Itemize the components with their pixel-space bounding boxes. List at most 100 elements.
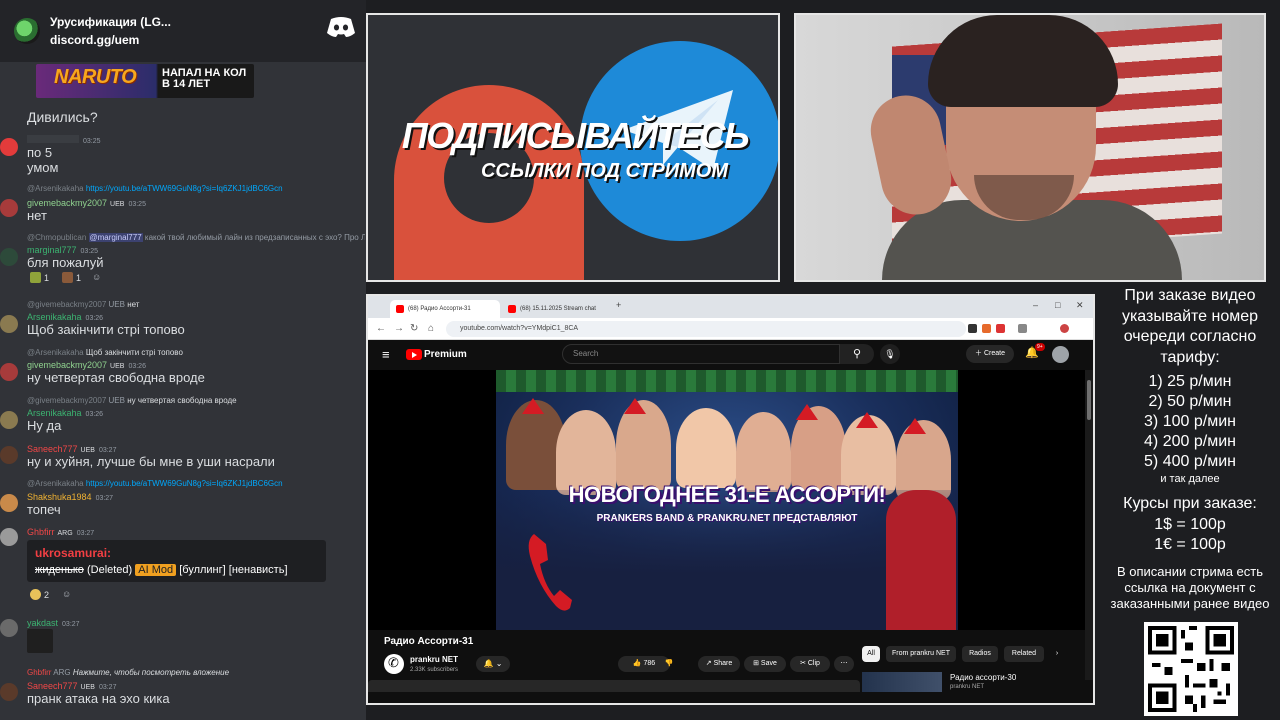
- reply-preview[interactable]: @Chmopublican @marginal777 какой твой лю…: [27, 233, 365, 242]
- account-avatar[interactable]: [1052, 346, 1069, 363]
- reaction[interactable]: 1: [30, 272, 49, 283]
- extension-icon[interactable]: [968, 324, 977, 333]
- description-box[interactable]: [368, 680, 860, 692]
- search-icon[interactable]: ⚲: [840, 344, 874, 364]
- tab-radio-assorti[interactable]: (68) Радио Ассорти-31: [390, 300, 500, 318]
- username[interactable]: Ghbfirr ARG 03:27: [27, 527, 94, 537]
- price-item: 1) 25 р/мин: [1148, 373, 1232, 390]
- meme-banner-image[interactable]: NARUTO НАПАЛ НА КОЛ В 14 ЛЕТ: [36, 64, 254, 98]
- avatar[interactable]: [0, 199, 18, 217]
- message-text: Дивились?: [27, 109, 98, 125]
- embed-content: жиденько (Deleted) AI Mod [буллинг] [нен…: [35, 564, 288, 576]
- extension-icon[interactable]: [996, 324, 1005, 333]
- reply-preview[interactable]: @Arsenikakaha https://youtu.be/aTWW69GuN…: [27, 479, 365, 488]
- tab-stream-chat[interactable]: (68) 15.11.2025 Stream chat: [502, 300, 598, 318]
- sticker-image[interactable]: [27, 629, 53, 653]
- message-text: нет: [27, 208, 47, 223]
- new-tab-icon[interactable]: +: [616, 300, 621, 310]
- menu-icon[interactable]: ≡: [382, 347, 390, 362]
- reload-icon[interactable]: ↻: [410, 323, 418, 334]
- discord-logo-icon: [327, 17, 355, 37]
- close-icon[interactable]: ✕: [1076, 300, 1084, 311]
- home-icon[interactable]: ⌂: [428, 323, 434, 334]
- webcam-feed: [794, 13, 1266, 282]
- recommended-video-thumbnail[interactable]: [862, 672, 942, 692]
- username[interactable]: Shakshuka1984 03:27: [27, 492, 113, 502]
- avatar[interactable]: [0, 315, 18, 333]
- username[interactable]: 03:25: [27, 135, 101, 145]
- thumbnail-title: НОВОГОДНЕЕ 31-Е АССОРТИ!: [568, 482, 886, 507]
- avatar[interactable]: [0, 248, 18, 266]
- username[interactable]: yakdast 03:27: [27, 618, 80, 628]
- video-player[interactable]: НОВОГОДНЕЕ 31-Е АССОРТИ! PRANKERS BAND &…: [368, 370, 1085, 630]
- price-item: 5) 400 р/мин: [1144, 453, 1236, 470]
- banner-right-text: НАПАЛ НА КОЛ В 14 ЛЕТ: [162, 67, 247, 90]
- channel-avatar[interactable]: [384, 654, 404, 674]
- message-text: ну четвертая свободна вроде: [27, 370, 205, 385]
- rates-title: Курсы при заказе:: [1123, 495, 1257, 512]
- subscribed-bell-button[interactable]: 🔔 ⌄: [476, 656, 510, 672]
- more-actions-icon[interactable]: ⋯: [834, 656, 854, 672]
- video-thumbnail[interactable]: НОВОГОДНЕЕ 31-Е АССОРТИ! PRANKERS BAND &…: [496, 370, 958, 630]
- url-input[interactable]: youtube.com/watch?v=YMdpiC1_8CA: [446, 321, 966, 337]
- tab-bar: (68) Радио Ассорти-31 (68) 15.11.2025 St…: [368, 296, 1093, 318]
- chip-all[interactable]: All: [862, 646, 880, 662]
- clip-button[interactable]: ✂ Clip: [790, 656, 830, 672]
- add-reaction-icon[interactable]: ☺: [92, 272, 101, 282]
- reply-preview[interactable]: @Arsenikakaha Щоб закінчити стрі топово: [27, 348, 365, 357]
- avatar[interactable]: [0, 446, 18, 464]
- chips-next-icon[interactable]: ›: [1050, 646, 1064, 662]
- username[interactable]: givemebackmy2007 UEB 03:25: [27, 198, 146, 208]
- save-button[interactable]: ⊞ Save: [744, 656, 786, 672]
- avatar[interactable]: [0, 138, 18, 156]
- minimize-icon[interactable]: –: [1033, 300, 1038, 310]
- message-text: Ну да: [27, 418, 62, 433]
- reply-preview[interactable]: Ghbfirr ARG Нажмите, чтобы посмотреть вл…: [27, 668, 365, 677]
- chip-radios[interactable]: Radios: [962, 646, 998, 662]
- recommended-video-title[interactable]: Радио ассорти-30: [950, 673, 1016, 682]
- qr-code-icon[interactable]: [1144, 622, 1238, 716]
- forward-icon[interactable]: →: [394, 323, 404, 334]
- subscribe-promo-panel: ПОДПИСЫВАЙТЕСЬ ССЫЛКИ ПОД СТРИМОМ: [366, 13, 780, 282]
- youtube-logo-icon[interactable]: [406, 349, 422, 360]
- back-icon[interactable]: ←: [376, 323, 386, 334]
- avatar[interactable]: [0, 411, 18, 429]
- avatar[interactable]: [0, 494, 18, 512]
- search-input[interactable]: Search: [562, 344, 840, 364]
- avatar[interactable]: [0, 683, 18, 701]
- username[interactable]: Saneech777 UEB 03:27: [27, 444, 116, 454]
- maximize-icon[interactable]: □: [1055, 300, 1060, 310]
- username[interactable]: Arsenikakaha 03:26: [27, 408, 103, 418]
- create-button[interactable]: ＋ Create: [966, 345, 1014, 363]
- profile-icon[interactable]: [1060, 324, 1069, 333]
- youtube-brand[interactable]: Premium: [424, 349, 467, 360]
- username[interactable]: marginal777 03:25: [27, 245, 98, 255]
- server-link[interactable]: discord.gg/uem: [50, 33, 171, 47]
- channel-name[interactable]: prankru NET: [410, 655, 458, 664]
- username[interactable]: Saneech777 UEB 03:27: [27, 681, 116, 691]
- reply-preview[interactable]: @Arsenikakaha https://youtu.be/aTWW69GuN…: [27, 184, 365, 193]
- reply-preview[interactable]: @givemebackmy2007 UEB нет: [27, 300, 365, 309]
- chip-related[interactable]: Related: [1004, 646, 1044, 662]
- page-scrollbar[interactable]: [1085, 370, 1093, 680]
- avatar[interactable]: [0, 619, 18, 637]
- promo-subtitle: ССЫЛКИ ПОД СТРИМОМ: [480, 160, 728, 182]
- chip-from-channel[interactable]: From prankru NET: [886, 646, 956, 662]
- add-reaction-icon[interactable]: ☺: [62, 589, 71, 599]
- extension-icon[interactable]: [1018, 324, 1027, 333]
- username[interactable]: givemebackmy2007 UEB 03:26: [27, 360, 146, 370]
- message-text: пранк атака на эхо кика: [27, 691, 170, 706]
- share-button[interactable]: ↗ Share: [698, 656, 740, 672]
- username[interactable]: Arsenikakaha 03:26: [27, 312, 103, 322]
- reaction[interactable]: 1: [62, 272, 81, 283]
- reply-preview[interactable]: @givemebackmy2007 UEB ну четвертая свобо…: [27, 396, 365, 405]
- rate-item: 1$ = 100р: [1154, 515, 1226, 533]
- microphone-icon[interactable]: 🎙: [880, 344, 900, 364]
- avatar[interactable]: [0, 528, 18, 546]
- reaction[interactable]: 2: [30, 589, 49, 600]
- extension-icon[interactable]: [982, 324, 991, 333]
- message-text: ну и хуйня, лучше бы мне в уши насрали: [27, 454, 275, 469]
- dislike-icon[interactable]: 👎: [658, 656, 680, 672]
- thumbnail-subtitle: PRANKERS BAND & PRANKRU.NET ПРЕДСТАВЛЯЮТ: [596, 513, 858, 524]
- avatar[interactable]: [0, 363, 18, 381]
